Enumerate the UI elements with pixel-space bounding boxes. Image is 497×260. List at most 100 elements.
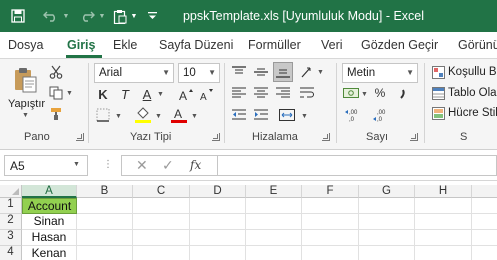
underline-button[interactable]: A — [139, 85, 155, 103]
italic-button[interactable]: T — [117, 85, 133, 103]
percent-icon[interactable]: % — [371, 85, 389, 101]
cell-a4[interactable]: Kenan — [22, 246, 77, 260]
align-right-icon[interactable] — [274, 85, 292, 101]
paste-button[interactable]: Yapıştır — [8, 98, 45, 110]
font-name-value: Arial — [99, 67, 123, 79]
enter-icon[interactable]: ✓ — [162, 157, 174, 174]
align-center-icon[interactable] — [252, 85, 270, 101]
font-grow-icon[interactable]: A — [178, 86, 194, 102]
tab-dosya[interactable]: Dosya — [8, 38, 43, 52]
orientation-dropdown-icon[interactable]: ▼ — [317, 69, 324, 76]
tab-formuller[interactable]: Formüller — [248, 38, 301, 52]
merge-center-icon[interactable] — [276, 107, 298, 123]
font-launcher-icon[interactable] — [212, 133, 220, 141]
format-as-table-button[interactable]: Tablo Olar — [448, 87, 497, 99]
copy-dropdown-icon[interactable]: ▼ — [66, 90, 73, 97]
resize-handle-icon[interactable]: ⋮ — [103, 159, 113, 170]
column-header-f[interactable]: F — [302, 185, 359, 198]
group-separator — [336, 63, 337, 143]
align-bottom-icon[interactable] — [273, 62, 293, 82]
font-size-value: 10 — [183, 67, 196, 79]
wrap-text-icon[interactable] — [298, 85, 316, 101]
font-color-dropdown-icon[interactable]: ▼ — [191, 113, 198, 120]
tab-ekle[interactable]: Ekle — [113, 38, 137, 52]
number-format-value: Metin — [347, 67, 376, 79]
orientation-icon[interactable] — [298, 64, 316, 80]
tab-sayfa-duzeni[interactable]: Sayfa Düzeni — [159, 38, 233, 52]
tab-veri[interactable]: Veri — [321, 38, 343, 52]
clipboard-launcher-icon[interactable] — [76, 133, 84, 141]
insert-function-icon[interactable]: fx — [190, 158, 201, 172]
font-color-icon[interactable]: A — [170, 105, 188, 125]
fill-color-icon[interactable] — [134, 105, 152, 125]
increase-indent-icon[interactable] — [252, 107, 270, 123]
column-header-b[interactable]: B — [77, 185, 133, 198]
decrease-indent-icon[interactable] — [230, 107, 248, 123]
svg-text:,00: ,00 — [349, 110, 358, 116]
number-format-select[interactable]: Metin ▼ — [342, 63, 418, 83]
group-label-alignment: Hizalama — [252, 131, 298, 143]
cell-a3[interactable]: Hasan — [22, 230, 77, 246]
row-header-2[interactable]: 2 — [0, 214, 22, 230]
copy-icon[interactable] — [48, 85, 64, 101]
align-top-icon[interactable] — [230, 64, 248, 80]
align-middle-icon[interactable] — [252, 64, 270, 80]
name-box-dropdown-icon[interactable]: ▼ — [73, 161, 80, 168]
borders-icon[interactable] — [94, 107, 112, 123]
column-header-partial[interactable] — [472, 185, 497, 198]
row-header-3[interactable]: 3 — [0, 230, 22, 246]
decrease-decimal-icon[interactable]: ,00,0 — [372, 107, 394, 123]
cut-icon[interactable] — [48, 64, 64, 80]
select-all-button[interactable] — [0, 185, 22, 198]
font-size-dropdown-icon[interactable]: ▼ — [208, 68, 216, 77]
svg-text:,0: ,0 — [349, 117, 355, 122]
row-header-4[interactable]: 4 — [0, 246, 22, 260]
group-separator — [424, 63, 425, 143]
svg-text:A: A — [174, 107, 182, 121]
svg-text:,00: ,00 — [377, 110, 386, 116]
tab-gozden-gecir[interactable]: Gözden Geçir — [361, 38, 438, 52]
tab-gorunum[interactable]: Görünüm — [458, 38, 497, 52]
column-header-e[interactable]: E — [246, 185, 302, 198]
column-header-g[interactable]: G — [359, 185, 415, 198]
borders-dropdown-icon[interactable]: ▼ — [115, 113, 122, 120]
font-name-dropdown-icon[interactable]: ▼ — [162, 68, 170, 77]
svg-text:,0: ,0 — [377, 117, 383, 122]
conditional-formatting-icon[interactable] — [431, 65, 445, 79]
format-as-table-icon[interactable] — [431, 86, 445, 100]
underline-dropdown-icon[interactable]: ▼ — [157, 91, 164, 98]
cell-styles-icon[interactable] — [431, 106, 445, 120]
currency-icon[interactable] — [342, 85, 360, 101]
format-painter-icon[interactable] — [48, 106, 64, 122]
tab-giris[interactable]: Giriş — [67, 38, 96, 52]
font-shrink-icon[interactable]: A — [199, 86, 215, 102]
cell-a2[interactable]: Sinan — [22, 214, 77, 230]
column-header-d[interactable]: D — [190, 185, 246, 198]
number-format-dropdown-icon[interactable]: ▼ — [406, 68, 414, 77]
column-header-c[interactable]: C — [133, 185, 190, 198]
formula-input[interactable] — [217, 155, 497, 176]
paste-dropdown-icon[interactable]: ▼ — [22, 112, 29, 119]
paste-icon[interactable] — [10, 65, 40, 95]
fill-color-dropdown-icon[interactable]: ▼ — [155, 113, 162, 120]
merge-dropdown-icon[interactable]: ▼ — [301, 113, 308, 120]
window-title: ppskTemplate.xls [Uyumluluk Modu] - Exce… — [182, 9, 425, 23]
cell-a1[interactable]: Account — [22, 198, 77, 214]
alignment-launcher-icon[interactable] — [322, 133, 330, 141]
conditional-formatting-button[interactable]: Koşullu Bi — [448, 66, 497, 78]
cell-styles-button[interactable]: Hücre Stil — [448, 107, 497, 119]
font-name-select[interactable]: Arial ▼ — [94, 63, 174, 83]
number-launcher-icon[interactable] — [410, 133, 418, 141]
column-header-h[interactable]: H — [415, 185, 472, 198]
column-header-a[interactable]: A — [22, 185, 77, 198]
cancel-icon[interactable]: ✕ — [136, 157, 148, 174]
bold-button[interactable]: K — [95, 85, 111, 103]
worksheet-grid[interactable]: A B C D E F G H 1 Account 2 Sinan 3 Hasa… — [0, 180, 497, 260]
row-header-1[interactable]: 1 — [0, 198, 22, 214]
font-size-select[interactable]: 10 ▼ — [178, 63, 220, 83]
currency-dropdown-icon[interactable]: ▼ — [361, 91, 368, 98]
group-label-font: Yazı Tipi — [130, 131, 172, 143]
increase-decimal-icon[interactable]: ,00,0 — [344, 107, 366, 123]
comma-style-icon[interactable] — [393, 85, 413, 101]
align-left-icon[interactable] — [230, 85, 248, 101]
